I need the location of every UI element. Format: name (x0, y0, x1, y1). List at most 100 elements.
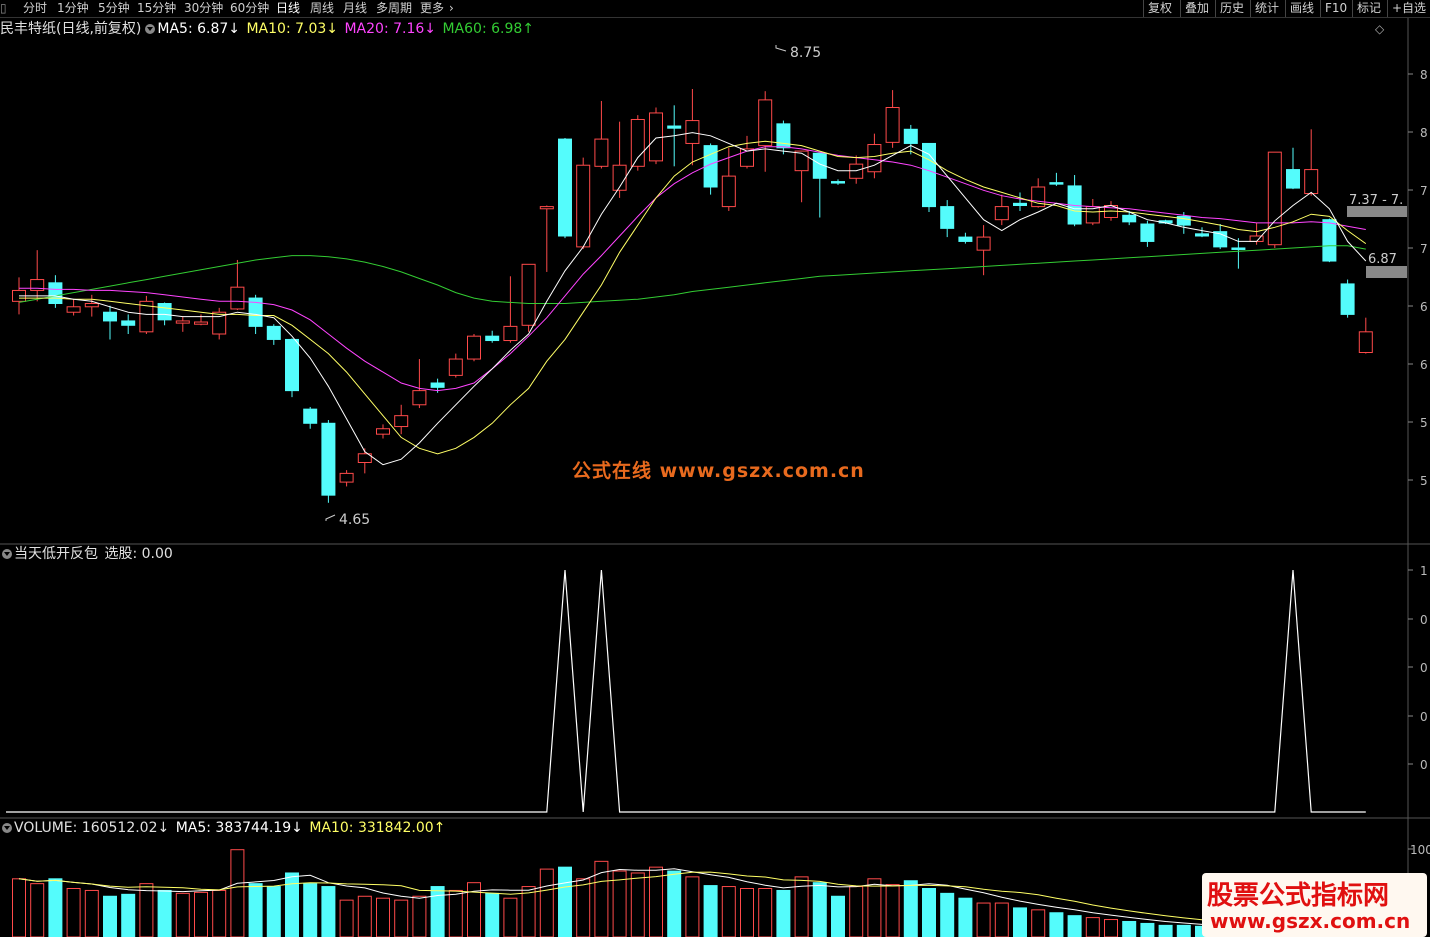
candle-body (721, 175, 736, 208)
range-marker-2 (1366, 266, 1407, 278)
tab-period-monthly[interactable]: 月线 (343, 0, 367, 17)
range-label-1: 7.37 - 7. (1349, 193, 1403, 208)
volume-bar (194, 891, 208, 937)
mark-button[interactable]: 标记 (1352, 0, 1387, 17)
volume-bar (630, 872, 645, 937)
volume-bar (1140, 922, 1155, 937)
volume-bar (212, 889, 227, 937)
volume-bar (685, 876, 700, 937)
ma20-line (19, 146, 1366, 392)
volume-bar (485, 892, 500, 937)
tab-period-15min[interactable]: 15分钟 (137, 0, 176, 17)
candle-body (175, 320, 190, 324)
candlestick-series (12, 89, 1373, 503)
price-tick-label: 8 (1420, 68, 1428, 82)
candle-body (1267, 151, 1282, 246)
tab-period-1min[interactable]: 1分钟 (57, 0, 89, 17)
ma20-value: MA20: 7.16↓ (344, 21, 437, 37)
candle-body (794, 150, 809, 172)
candle-body (630, 118, 645, 167)
candle-body (1195, 233, 1209, 237)
volume-bar (285, 872, 299, 937)
statistics-button[interactable]: 统计 (1250, 0, 1285, 17)
diamond-icon[interactable]: ◇ (1375, 22, 1385, 36)
volume-bar (1122, 920, 1137, 937)
dropdown-icon[interactable] (145, 24, 156, 34)
candle-body (339, 472, 354, 483)
candle-body (867, 144, 882, 173)
candle-body (1304, 169, 1319, 195)
period-toolbar: ▯ 分时 1分钟 5分钟 15分钟 30分钟 60分钟 日线 周线 月线 多周期… (0, 0, 1430, 18)
tab-period-daily[interactable]: 日线 (276, 0, 300, 17)
tab-period-more[interactable]: 更多 (420, 0, 444, 17)
volume-bar (448, 889, 463, 937)
volume-bar (558, 866, 572, 937)
price-tick-label: 7 (1420, 242, 1428, 256)
fuquan-button[interactable]: 复权 (1143, 0, 1180, 17)
candle-body (1140, 223, 1155, 242)
candle-body (448, 358, 463, 376)
center-watermark: 公式在线 www.gszx.com.cn (572, 460, 865, 482)
candle-body (976, 236, 991, 251)
candle-body (922, 142, 936, 208)
volume-bar (940, 892, 955, 937)
candle-body (594, 138, 609, 167)
price-tick-label: 6 (1420, 358, 1428, 372)
volume-bar (922, 888, 936, 937)
tab-period-30min[interactable]: 30分钟 (184, 0, 223, 17)
volume-bar (721, 886, 736, 937)
add-watchlist-button[interactable]: +自选 (1387, 0, 1430, 17)
candle-body (321, 422, 336, 496)
volume-bar (357, 895, 372, 937)
tab-period-weekly[interactable]: 周线 (310, 0, 334, 17)
volume-bar (958, 897, 973, 937)
dropdown-icon[interactable] (2, 823, 12, 833)
candle-body (1049, 182, 1064, 185)
candle-body (467, 335, 481, 360)
corner-watermark-title: 股票公式指标网 (1207, 881, 1390, 911)
toolbar-menu-icon[interactable]: ▯ (0, 0, 7, 17)
overlay-button[interactable]: 叠加 (1180, 0, 1215, 17)
candle-body (1322, 219, 1337, 262)
tab-period-fenshi[interactable]: 分时 (23, 0, 47, 17)
candle-body (66, 306, 81, 313)
volume-bar (1031, 909, 1046, 937)
f10-button[interactable]: F10 (1320, 0, 1352, 17)
volume-bar (12, 878, 26, 937)
volume-bar (321, 886, 336, 937)
volume-bar (121, 893, 136, 937)
candle-body (521, 263, 536, 326)
volume-bar (812, 882, 827, 937)
candle-body (667, 125, 682, 129)
history-button[interactable]: 历史 (1215, 0, 1250, 17)
moving-average-lines (18, 132, 1367, 466)
tab-period-5min[interactable]: 5分钟 (98, 0, 130, 17)
draw-line-button[interactable]: 画线 (1285, 0, 1320, 17)
volume-bar (66, 888, 81, 937)
volume-bar (412, 895, 427, 937)
volume-bar (1104, 919, 1118, 937)
tab-period-multi[interactable]: 多周期 (376, 0, 412, 17)
candle-body (1231, 247, 1246, 250)
volume-bar (175, 892, 190, 937)
volume-ma10-value: MA10: 331842.00↑ (309, 820, 446, 836)
candle-body (885, 107, 900, 143)
candle-body (1122, 214, 1137, 223)
candle-body (958, 236, 973, 242)
indicator-legend: 当天低开反包 选股: 0.00 (0, 544, 175, 564)
volume-value: VOLUME: 160512.02↓ (14, 820, 170, 836)
tab-period-60min[interactable]: 60分钟 (230, 0, 269, 17)
price-tick-label: 5 (1420, 416, 1428, 430)
indicator-tick-label: 0 (1420, 661, 1428, 675)
volume-legend: VOLUME: 160512.02↓ MA5: 383744.19↓ MA10:… (0, 818, 447, 838)
candle-body (1286, 169, 1300, 189)
candle-body (121, 320, 136, 326)
volume-bar (740, 888, 754, 937)
candle-body (194, 321, 208, 325)
candle-body (394, 415, 409, 428)
price-tick-label: 5 (1420, 474, 1428, 488)
indicator-tick-label: 0 (1420, 710, 1428, 724)
dropdown-icon[interactable] (2, 549, 12, 559)
volume-bar (885, 884, 900, 937)
low-price-label: 4.65 (339, 512, 370, 528)
